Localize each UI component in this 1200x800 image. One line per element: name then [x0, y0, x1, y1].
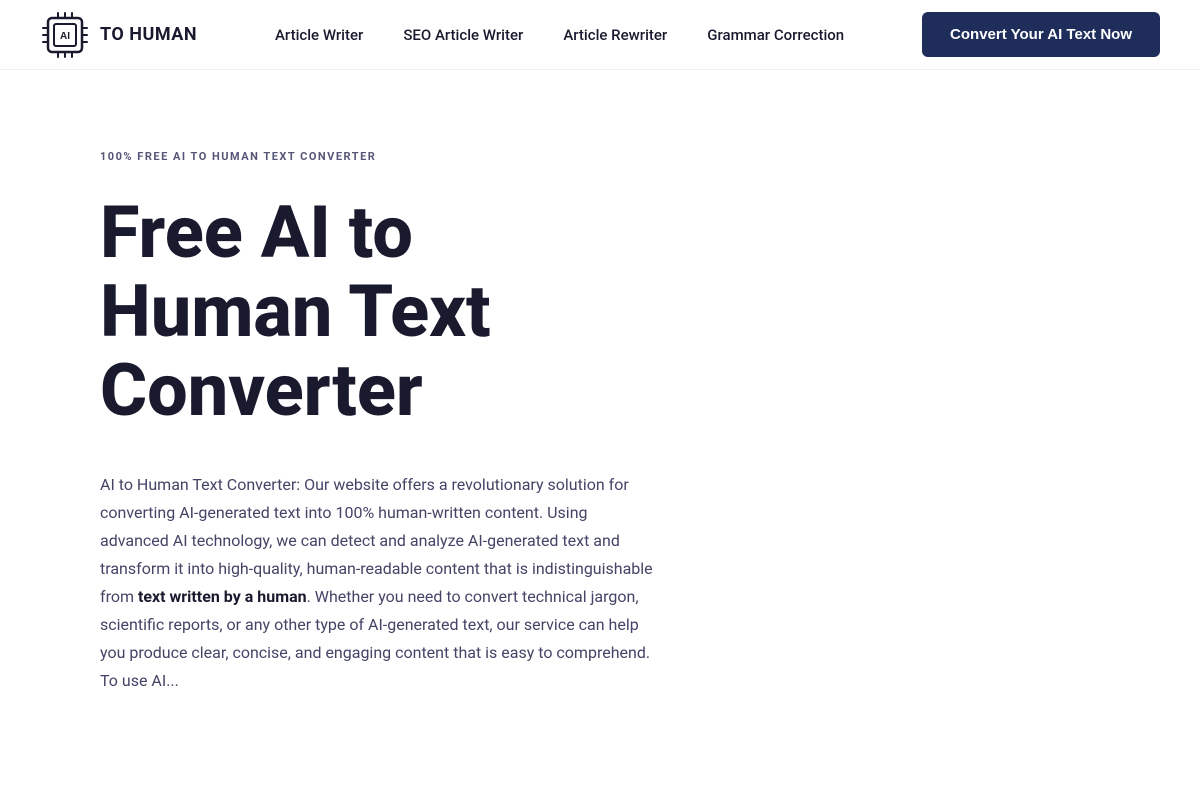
nav-item-article-writer[interactable]: Article Writer — [275, 25, 363, 44]
logo-text: TO HUMAN — [100, 24, 197, 45]
nav-item-grammar-correction[interactable]: Grammar Correction — [707, 25, 844, 44]
hero-description-bold: text written by a human — [138, 587, 307, 606]
svg-text:AI: AI — [60, 31, 70, 42]
nav-item-seo-article-writer[interactable]: SEO Article Writer — [403, 25, 523, 44]
navbar: AI TO HUMAN Article Writer SEO Article W… — [0, 0, 1200, 70]
hero-section: 100% FREE AI TO HUMAN TEXT CONVERTER Fre… — [0, 70, 700, 755]
hero-title: Free AI to Human Text Converter — [100, 193, 660, 431]
nav-links: Article Writer SEO Article Writer Articl… — [275, 25, 844, 44]
logo-link[interactable]: AI TO HUMAN — [40, 10, 197, 60]
cta-button[interactable]: Convert Your AI Text Now — [922, 12, 1160, 57]
nav-item-article-rewriter[interactable]: Article Rewriter — [563, 25, 667, 44]
hero-description: AI to Human Text Converter: Our website … — [100, 471, 660, 695]
hero-badge: 100% FREE AI TO HUMAN TEXT CONVERTER — [100, 150, 660, 163]
logo-icon: AI — [40, 10, 90, 60]
